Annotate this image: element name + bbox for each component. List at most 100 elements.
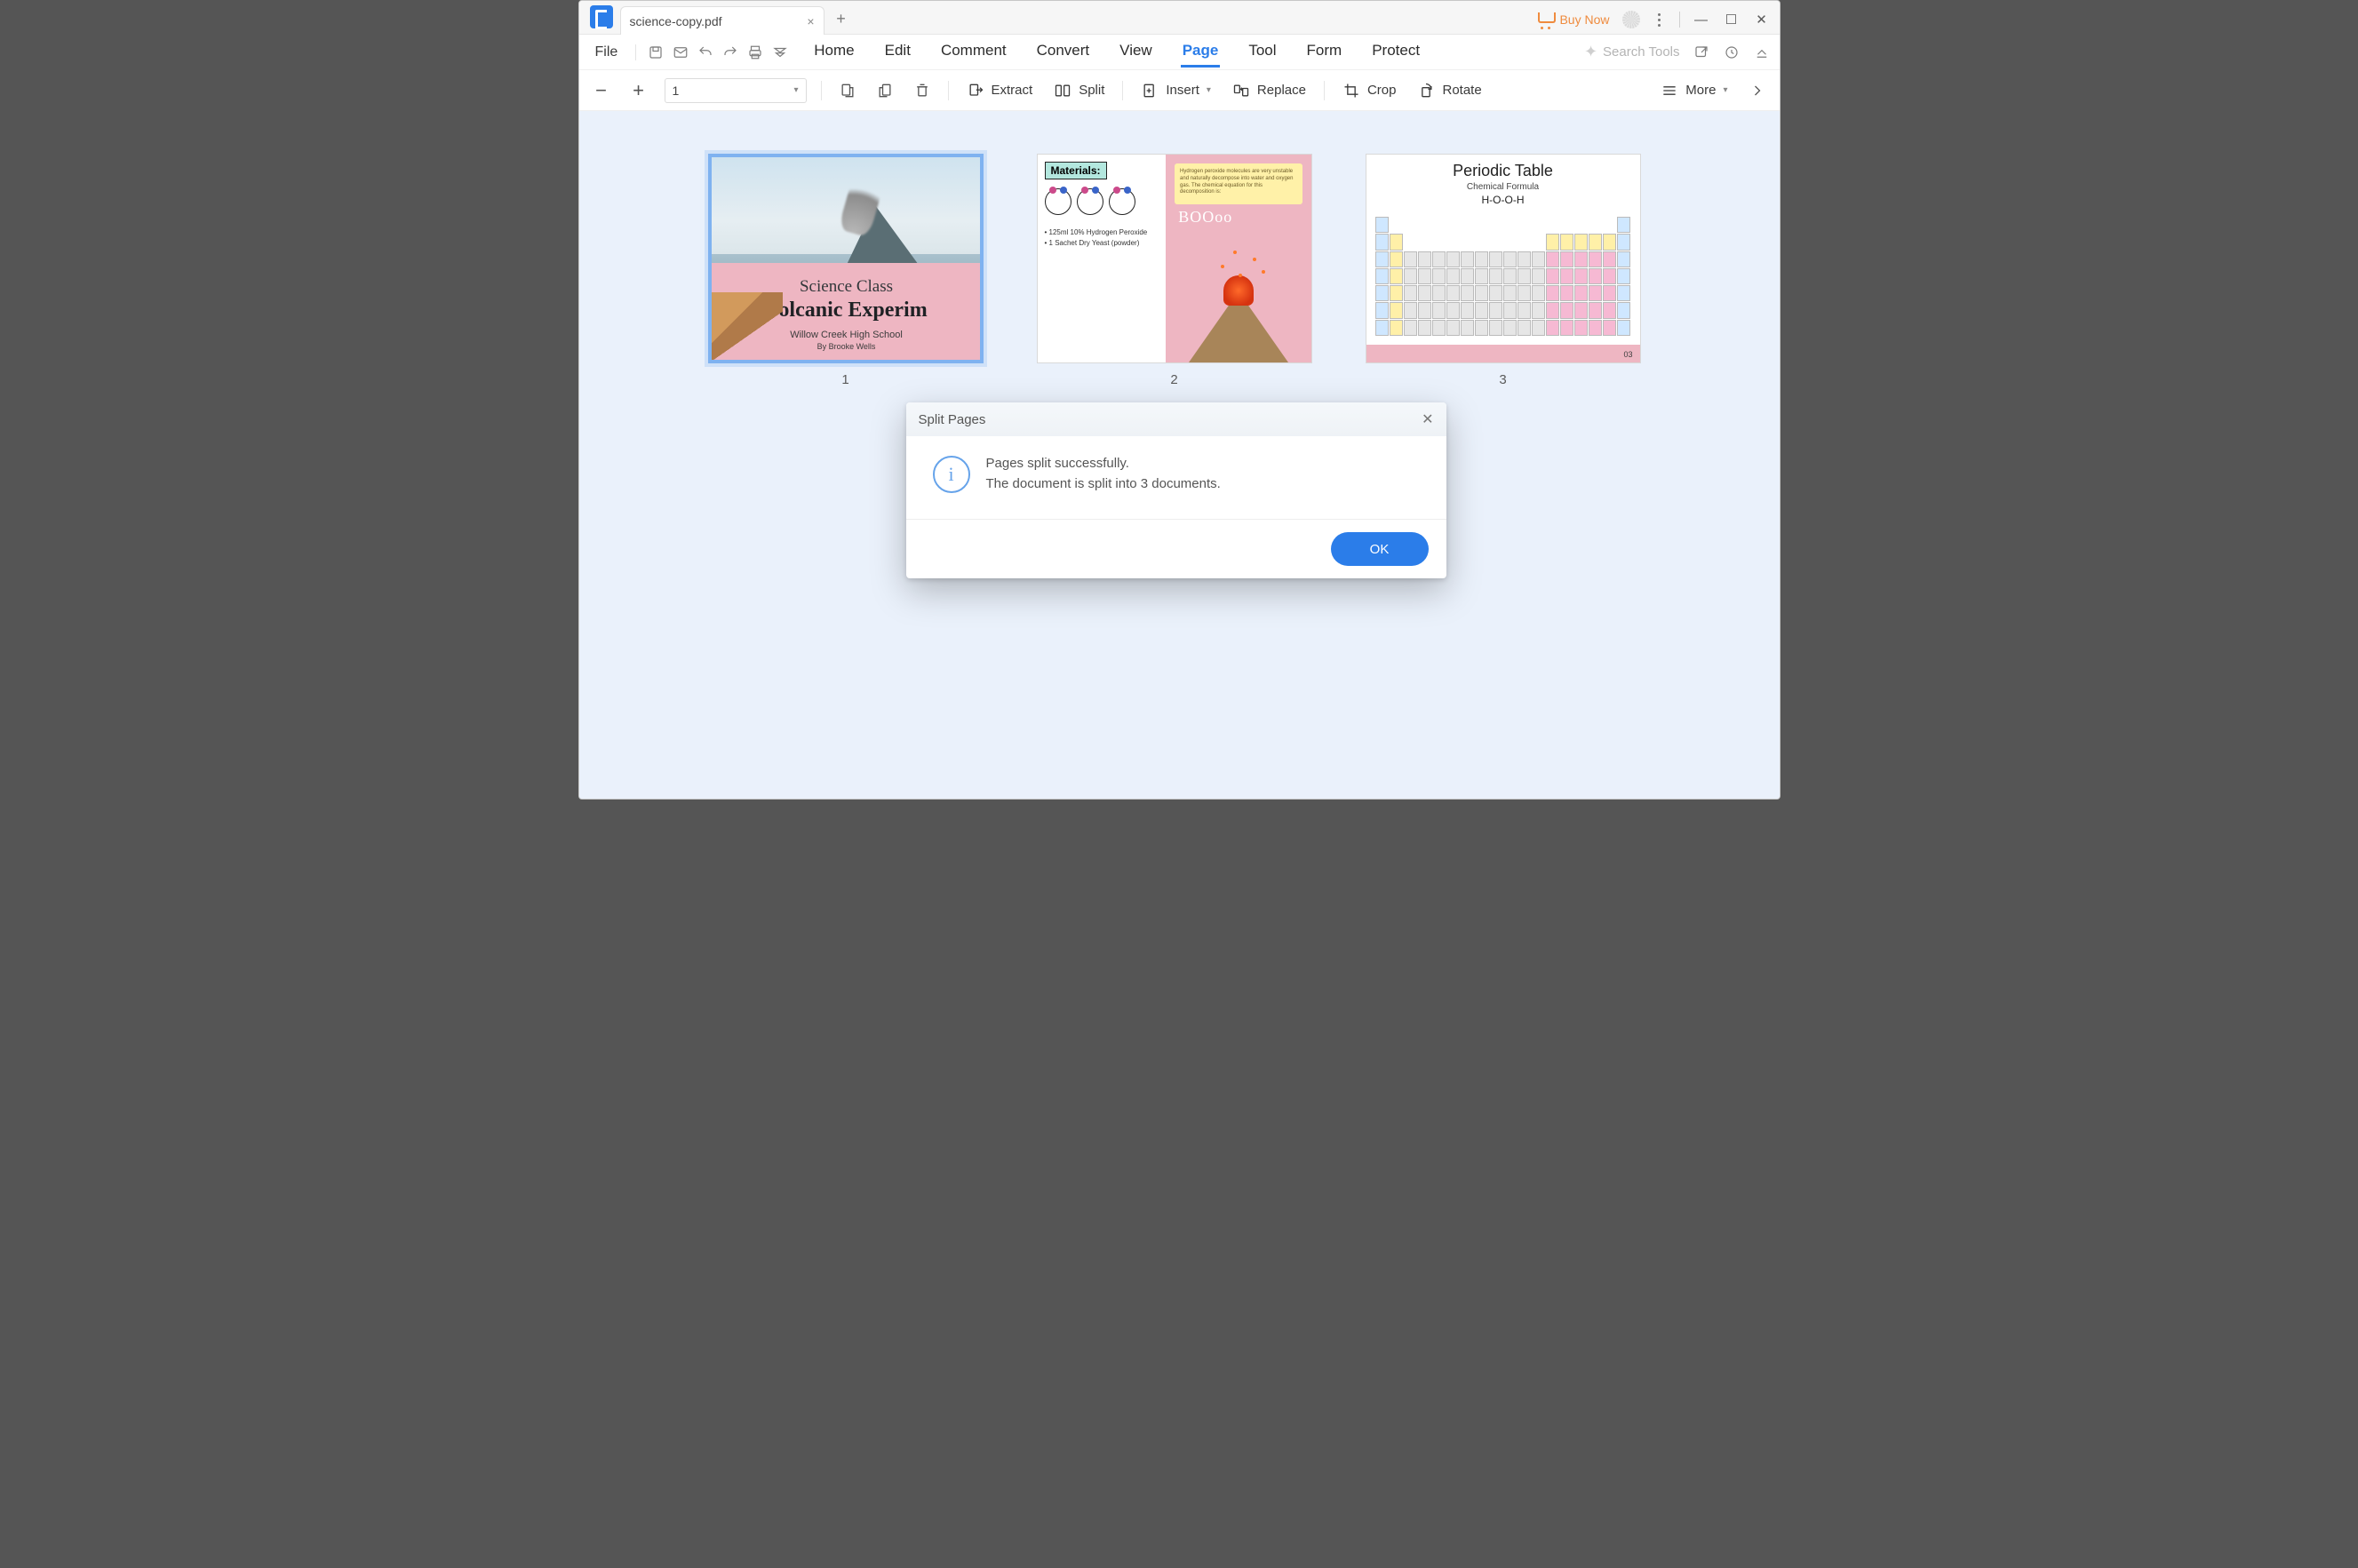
toolbar-divider <box>1122 81 1123 100</box>
extract-label: Extract <box>992 83 1033 98</box>
replace-button[interactable]: Replace <box>1229 78 1310 103</box>
titlebar-right: Buy Now — ☐ ✕ <box>1538 11 1779 34</box>
thumb3-header: Periodic Table Chemical Formula H-O-O-H <box>1366 162 1640 206</box>
page-toolbar: − + 1 ▾ Extract Split Insert ▾ Replace <box>579 70 1780 111</box>
zoom-out-button[interactable]: − <box>590 79 613 102</box>
rotate-button[interactable]: Rotate <box>1414 78 1485 103</box>
page-number-value: 1 <box>673 84 680 98</box>
quick-menu-icon[interactable] <box>771 44 789 61</box>
save-icon[interactable] <box>647 44 665 61</box>
crop-label: Crop <box>1367 83 1397 98</box>
share-icon[interactable] <box>1693 44 1710 61</box>
tab-home[interactable]: Home <box>812 36 856 68</box>
crop-button[interactable]: Crop <box>1339 78 1400 103</box>
thumb2-materials-label: Materials: <box>1045 162 1107 179</box>
app-window: science-copy.pdf × + Buy Now — ☐ ✕ File <box>578 0 1780 800</box>
thumb2-sparks-icon <box>1239 274 1242 277</box>
thumbnail-wrap: Science Class Volcanic Experim Willow Cr… <box>708 154 984 387</box>
delete-page-icon[interactable] <box>911 79 934 102</box>
search-tools-input[interactable]: ✦ Search Tools <box>1584 43 1680 61</box>
more-button[interactable]: More ▾ <box>1657 78 1731 103</box>
tab-form[interactable]: Form <box>1305 36 1344 68</box>
page-box-a-icon[interactable] <box>836 79 859 102</box>
tab-bar: science-copy.pdf × + Buy Now — ☐ ✕ <box>579 1 1780 35</box>
split-pages-dialog: Split Pages ✕ i Pages split successfully… <box>906 402 1446 578</box>
thumbnail-wrap: Materials: • 125ml 10% Hydrogen Peroxide… <box>1037 154 1312 387</box>
dialog-body: i Pages split successfully. The document… <box>906 436 1446 519</box>
redo-icon[interactable] <box>721 44 739 61</box>
dialog-line2: The document is split into 3 documents. <box>986 474 1221 495</box>
thumbnail-wrap: Periodic Table Chemical Formula H-O-O-H … <box>1366 154 1641 387</box>
split-button[interactable]: Split <box>1050 78 1108 103</box>
toolbar-divider <box>948 81 949 100</box>
user-avatar-icon[interactable] <box>1622 11 1640 28</box>
dialog-footer: OK <box>906 519 1446 578</box>
kebab-menu-button[interactable] <box>1653 13 1667 27</box>
tab-tool[interactable]: Tool <box>1247 36 1278 68</box>
menu-divider <box>635 44 636 60</box>
toolbar-divider <box>1324 81 1325 100</box>
dialog-ok-button[interactable]: OK <box>1331 532 1429 566</box>
thumb3-periodic-table-icon <box>1375 217 1631 336</box>
thumb2-bullets: • 125ml 10% Hydrogen Peroxide • 1 Sachet… <box>1045 227 1159 249</box>
page-number-input[interactable]: 1 ▾ <box>665 78 807 103</box>
search-placeholder: Search Tools <box>1603 44 1679 60</box>
collapse-ribbon-icon[interactable] <box>1753 44 1771 61</box>
insert-button[interactable]: Insert ▾ <box>1137 78 1215 103</box>
document-tab[interactable]: science-copy.pdf × <box>620 6 825 35</box>
mail-icon[interactable] <box>672 44 689 61</box>
dialog-line1: Pages split successfully. <box>986 454 1221 474</box>
cloud-sync-icon[interactable] <box>1723 44 1741 61</box>
thumb2-sticky-note: Hydrogen peroxide molecules are very uns… <box>1175 163 1302 204</box>
tab-close-icon[interactable]: × <box>807 14 814 28</box>
app-logo-icon <box>590 5 613 28</box>
tab-view[interactable]: View <box>1118 36 1154 68</box>
thumb2-molecules-icon <box>1045 188 1159 215</box>
extract-button[interactable]: Extract <box>963 78 1037 103</box>
thumb2-left-panel: Materials: • 125ml 10% Hydrogen Peroxide… <box>1038 155 1167 362</box>
page-thumbnail-2[interactable]: Materials: • 125ml 10% Hydrogen Peroxide… <box>1037 154 1312 363</box>
thumb2-boom-text: BOOoo <box>1178 208 1232 227</box>
undo-icon[interactable] <box>697 44 714 61</box>
thumb1-title-panel: Science Class Volcanic Experim Willow Cr… <box>712 263 980 360</box>
thumb1-diagram-icon <box>708 292 783 362</box>
cart-icon <box>1538 12 1554 27</box>
new-tab-button[interactable]: + <box>828 5 855 32</box>
thumb3-formula: H-O-O-H <box>1366 194 1640 206</box>
thumbnail-number: 3 <box>1499 372 1506 387</box>
overflow-right-icon[interactable] <box>1746 79 1769 102</box>
chevron-down-icon: ▾ <box>1207 85 1211 95</box>
dialog-titlebar: Split Pages ✕ <box>906 402 1446 436</box>
tab-protect[interactable]: Protect <box>1370 36 1422 68</box>
thumbnail-number: 1 <box>841 372 848 387</box>
thumbnail-number: 2 <box>1170 372 1177 387</box>
chevron-down-icon: ▾ <box>1723 85 1727 95</box>
buy-now-button[interactable]: Buy Now <box>1538 12 1609 27</box>
file-menu[interactable]: File <box>588 41 625 64</box>
window-close-button[interactable]: ✕ <box>1753 11 1771 28</box>
window-maximize-button[interactable]: ☐ <box>1723 11 1741 28</box>
page-box-b-icon[interactable] <box>873 79 896 102</box>
print-icon[interactable] <box>746 44 764 61</box>
page-thumbnail-3[interactable]: Periodic Table Chemical Formula H-O-O-H … <box>1366 154 1641 363</box>
sparkle-icon: ✦ <box>1584 43 1597 61</box>
titlebar-divider <box>1679 12 1680 28</box>
window-minimize-button[interactable]: — <box>1693 11 1710 28</box>
tab-convert[interactable]: Convert <box>1035 36 1092 68</box>
tab-page[interactable]: Page <box>1181 36 1221 68</box>
replace-label: Replace <box>1257 83 1306 98</box>
dialog-close-button[interactable]: ✕ <box>1422 410 1433 428</box>
dialog-title: Split Pages <box>919 412 986 427</box>
toolbar-divider <box>821 81 822 100</box>
insert-label: Insert <box>1166 83 1199 98</box>
main-tabs: Home Edit Comment Convert View Page Tool… <box>812 36 1422 68</box>
thumb3-title: Periodic Table <box>1366 162 1640 180</box>
thumb2-right-panel: Hydrogen peroxide molecules are very uns… <box>1166 155 1310 362</box>
thumb3-page-number: 03 <box>1623 350 1632 359</box>
page-thumbnail-workspace: Science Class Volcanic Experim Willow Cr… <box>579 111 1780 799</box>
split-label: Split <box>1079 83 1104 98</box>
tab-comment[interactable]: Comment <box>939 36 1008 68</box>
page-thumbnail-1[interactable]: Science Class Volcanic Experim Willow Cr… <box>708 154 984 363</box>
tab-edit[interactable]: Edit <box>883 36 912 68</box>
zoom-in-button[interactable]: + <box>627 79 650 102</box>
